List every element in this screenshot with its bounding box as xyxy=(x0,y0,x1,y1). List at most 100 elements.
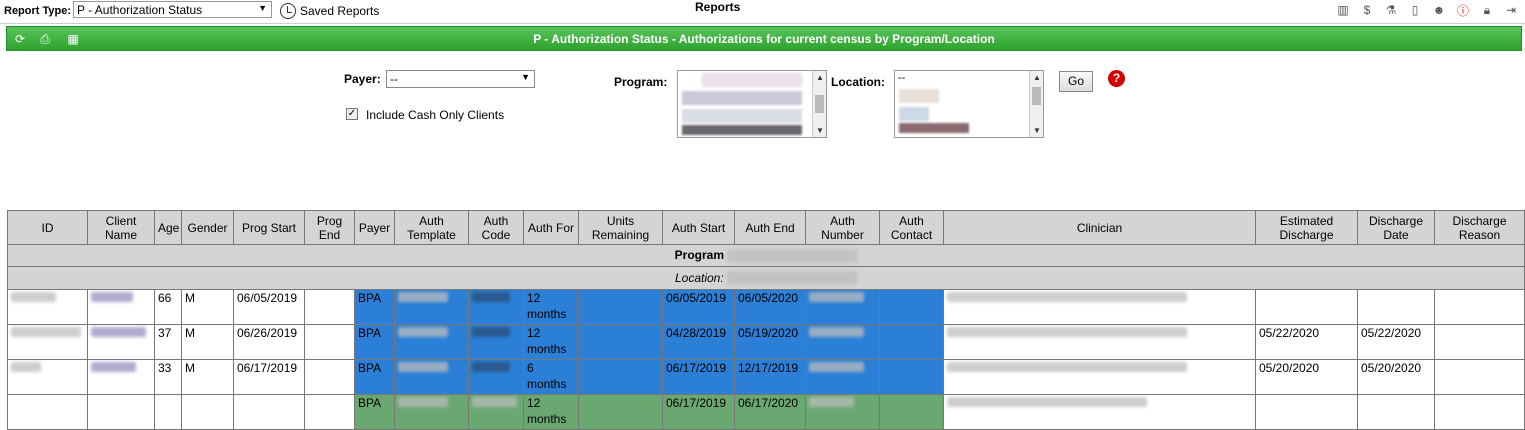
logout-icon[interactable]: ⇥ xyxy=(1503,2,1519,18)
cell-auth-end: 12/17/2019 xyxy=(734,359,806,395)
col-age[interactable]: Age xyxy=(154,210,182,245)
cell-prog-start: 06/17/2019 xyxy=(233,359,305,395)
col-discharge-date[interactable]: Discharge Date xyxy=(1357,210,1435,245)
chevron-down-icon: ▼ xyxy=(258,3,267,13)
table-row[interactable]: 66 M 06/05/2019 BPA 12 months 06/05/2019… xyxy=(7,289,1525,325)
location-group-label: Location: xyxy=(7,266,1525,290)
program-label: Program: xyxy=(614,75,668,89)
cell-auth-for: 12 months xyxy=(523,289,579,325)
user-icon[interactable]: ☻ xyxy=(1431,2,1447,18)
col-auth-number[interactable]: Auth Number xyxy=(805,210,880,245)
report-header-bar: ⟳ ⎙ ▦ P - Authorization Status - Authori… xyxy=(6,26,1522,51)
cell-payer: BPA xyxy=(354,324,395,360)
cell-auth-for: 12 months xyxy=(523,324,579,360)
cell-gender: M xyxy=(181,324,234,360)
cell-discharge-date: 05/22/2020 xyxy=(1357,324,1435,360)
col-auth-contact[interactable]: Auth Contact xyxy=(879,210,944,245)
cell-prog-start: 06/26/2019 xyxy=(233,324,305,360)
include-cash-checkbox[interactable]: ✓ xyxy=(346,108,358,120)
col-client-name[interactable]: Client Name xyxy=(87,210,155,245)
go-button[interactable]: Go xyxy=(1059,71,1093,92)
filter-panel: Payer: -- ▼ ✓ Include Cash Only Clients … xyxy=(0,52,1525,210)
cell-prog-start: 06/05/2019 xyxy=(233,289,305,325)
cell-gender xyxy=(181,394,234,430)
cell-auth-start: 06/17/2019 xyxy=(662,359,735,395)
program-group-label: Program xyxy=(7,244,1525,267)
cell-discharge-date: 05/20/2020 xyxy=(1357,359,1435,395)
cell-est-discharge: 05/20/2020 xyxy=(1255,359,1358,395)
saved-reports-label: Saved Reports xyxy=(300,4,380,18)
program-group-row: Program xyxy=(7,244,1525,267)
lock-icon[interactable]: 🔒︎ xyxy=(1479,2,1495,18)
cell-gender: M xyxy=(181,289,234,325)
cell-auth-end: 05/19/2020 xyxy=(734,324,806,360)
cell-payer: BPA xyxy=(354,394,395,430)
col-gender[interactable]: Gender xyxy=(181,210,234,245)
chevron-down-icon: ▼ xyxy=(521,72,530,82)
cell-gender: M xyxy=(181,359,234,395)
cell-auth-for: 12 months xyxy=(523,394,579,430)
col-units-remaining[interactable]: Units Remaining xyxy=(578,210,663,245)
table-row[interactable]: 33 M 06/17/2019 BPA 6 months 06/17/2019 … xyxy=(7,359,1525,395)
col-prog-start[interactable]: Prog Start xyxy=(233,210,305,245)
location-listbox[interactable]: -- ▲ ▼ xyxy=(894,70,1044,138)
info-icon[interactable]: ⓘ xyxy=(1455,2,1471,18)
cell-auth-end: 06/17/2020 xyxy=(734,394,806,430)
col-clinician[interactable]: Clinician xyxy=(943,210,1256,245)
col-discharge-reason[interactable]: Discharge Reason xyxy=(1434,210,1525,245)
cell-payer: BPA xyxy=(354,289,395,325)
col-auth-code[interactable]: Auth Code xyxy=(468,210,524,245)
cell-auth-end: 06/05/2020 xyxy=(734,289,806,325)
report-type-label: Report Type: xyxy=(4,5,72,17)
location-group-row: Location: xyxy=(7,266,1525,290)
saved-reports-link[interactable]: Saved Reports xyxy=(280,2,379,20)
cell-auth-start: 06/17/2019 xyxy=(662,394,735,430)
col-estimated-discharge[interactable]: Estimated Discharge xyxy=(1255,210,1358,245)
authorization-table: ID Client Name Age Gender Prog Start Pro… xyxy=(7,210,1525,430)
note-icon[interactable]: ▯ xyxy=(1407,2,1423,18)
cell-age: 37 xyxy=(154,324,182,360)
program-listbox[interactable]: ▲ ▼ xyxy=(677,70,827,138)
location-option[interactable]: -- xyxy=(898,72,905,84)
report-type-value: P - Authorization Status xyxy=(77,3,203,17)
cell-payer: BPA xyxy=(354,359,395,395)
location-scrollbar[interactable]: ▲ ▼ xyxy=(1029,71,1043,137)
chart-icon[interactable]: ▥ xyxy=(1335,2,1351,18)
cell-discharge-date xyxy=(1357,289,1435,325)
cell-auth-start: 06/05/2019 xyxy=(662,289,735,325)
tool-icons: ▥ $ ⚗ ▯ ☻ ⓘ 🔒︎ ⇥ xyxy=(1335,2,1519,18)
col-id[interactable]: ID xyxy=(7,210,88,245)
top-toolbar: Report Type: P - Authorization Status ▼ … xyxy=(0,0,1525,24)
table-header-row: ID Client Name Age Gender Prog Start Pro… xyxy=(7,210,1525,245)
cell-est-discharge xyxy=(1255,394,1358,430)
include-cash-label: Include Cash Only Clients xyxy=(366,108,505,122)
payer-select[interactable]: -- ▼ xyxy=(386,70,535,88)
cell-auth-start: 04/28/2019 xyxy=(662,324,735,360)
table-row[interactable]: BPA 12 months 06/17/2019 06/17/2020 xyxy=(7,394,1525,430)
cell-age: 33 xyxy=(154,359,182,395)
col-auth-end[interactable]: Auth End xyxy=(734,210,806,245)
cell-est-discharge xyxy=(1255,289,1358,325)
saved-reports-icon xyxy=(280,3,296,19)
flask-icon[interactable]: ⚗ xyxy=(1383,2,1399,18)
cell-age: 66 xyxy=(154,289,182,325)
table-row[interactable]: 37 M 06/26/2019 BPA 12 months 04/28/2019… xyxy=(7,324,1525,360)
help-icon[interactable]: ? xyxy=(1108,70,1125,87)
billing-icon[interactable]: $ xyxy=(1359,2,1375,18)
program-scrollbar[interactable]: ▲ ▼ xyxy=(812,71,826,137)
payer-value: -- xyxy=(390,72,398,86)
cell-discharge-date xyxy=(1357,394,1435,430)
location-label: Location: xyxy=(831,75,885,89)
cell-auth-for: 6 months xyxy=(523,359,579,395)
col-prog-end[interactable]: Prog End xyxy=(304,210,355,245)
cell-est-discharge: 05/22/2020 xyxy=(1255,324,1358,360)
report-title: P - Authorization Status - Authorization… xyxy=(533,32,995,46)
cell-prog-start xyxy=(233,394,305,430)
col-auth-start[interactable]: Auth Start xyxy=(662,210,735,245)
col-payer[interactable]: Payer xyxy=(354,210,395,245)
payer-label: Payer: xyxy=(344,72,381,86)
col-auth-for[interactable]: Auth For xyxy=(523,210,579,245)
col-auth-template[interactable]: Auth Template xyxy=(394,210,469,245)
page-title: Reports xyxy=(695,0,741,14)
report-type-select[interactable]: P - Authorization Status ▼ xyxy=(73,1,272,18)
